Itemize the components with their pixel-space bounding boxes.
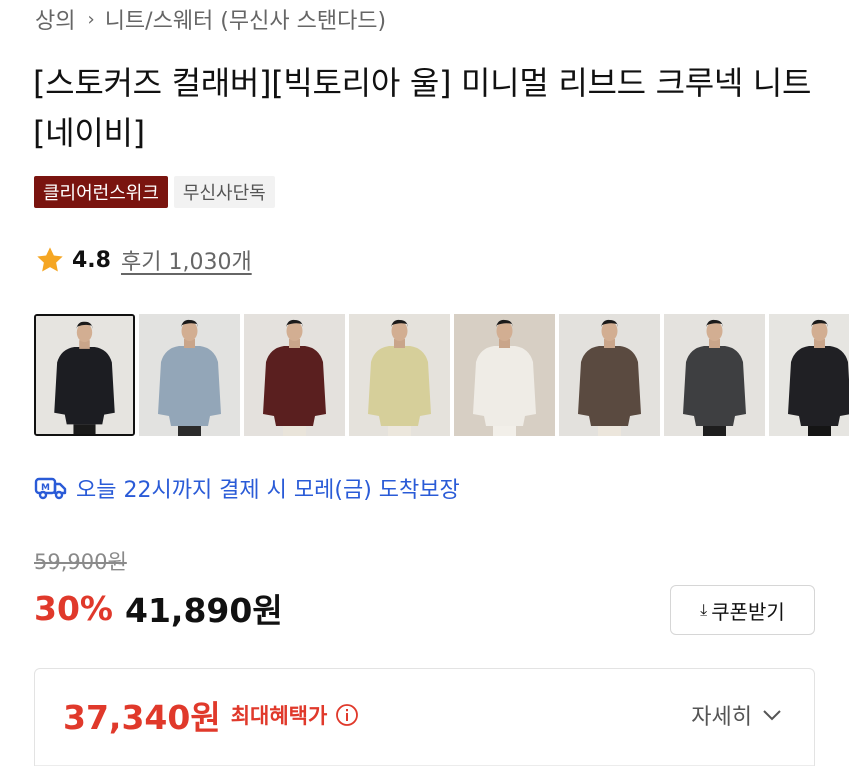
detail-toggle[interactable]: 자세히 [691, 699, 782, 731]
breadcrumb: 상의 › 니트/스웨터 (무신사 스탠다드) [35, 3, 386, 35]
thumbnail-burgundy[interactable] [244, 314, 345, 436]
max-benefit-row: 37,340원 최대혜택가 [63, 693, 359, 737]
rating-row: 4.8 후기 1,030개 [34, 244, 252, 276]
original-price: 59,900원 [34, 550, 127, 574]
exclusive-badge: 무신사단독 [173, 176, 275, 208]
thumbnail-light-blue[interactable] [139, 314, 240, 436]
detail-label: 자세히 [691, 705, 752, 730]
svg-text:M: M [41, 483, 50, 493]
model-image [139, 314, 240, 436]
product-title: [스토커즈 컬래버][빅토리아 울] 미니멀 리브드 크루넥 니트 [네이비] [33, 64, 812, 152]
thumbnail-white[interactable] [454, 314, 555, 436]
model-image [559, 314, 660, 436]
chevron-down-icon [763, 710, 781, 721]
chevron-right-icon: › [87, 8, 95, 30]
download-icon: ⤓ [700, 600, 708, 619]
max-benefit-box: 37,340원 최대혜택가 자세히 [34, 668, 815, 766]
delivery-text: 오늘 22시까지 결제 시 모레(금) 도착보장 [76, 478, 460, 503]
info-icon[interactable] [335, 703, 359, 727]
max-benefit-label: 최대혜택가 [230, 704, 328, 728]
model-image [769, 314, 849, 436]
coupon-button[interactable]: ⤓ 쿠폰받기 [670, 585, 815, 635]
star-icon [37, 247, 63, 272]
delivery-guarantee: M 오늘 22시까지 결제 시 모레(금) 도착보장 [34, 472, 460, 504]
model-image [349, 314, 450, 436]
clearance-week-badge: 클리어런스위크 [34, 176, 168, 208]
thumbnail-navy[interactable] [34, 314, 135, 436]
sale-price: 41,890원 [125, 591, 283, 630]
coupon-label: 쿠폰받기 [711, 599, 785, 624]
model-image [454, 314, 555, 436]
thumbnail-brown[interactable] [559, 314, 660, 436]
thumbnail-butter[interactable] [349, 314, 450, 436]
max-benefit-price: 37,340원 [63, 698, 221, 737]
thumbnail-black[interactable] [769, 314, 849, 436]
model-image [36, 316, 133, 434]
breadcrumb-subcategory[interactable]: 니트/스웨터 (무신사 스탠다드) [105, 3, 386, 35]
reviews-link[interactable]: 후기 1,030개 [121, 244, 252, 276]
discount-rate: 30% [34, 588, 113, 628]
model-image [664, 314, 765, 436]
product-tags: 클리어런스위크 무신사단독 [34, 176, 275, 208]
price-row: 30% 41,890원 [34, 584, 283, 632]
rating-score: 4.8 [72, 247, 111, 273]
thumbnail-charcoal[interactable] [664, 314, 765, 436]
truck-icon: M [34, 477, 67, 500]
thumbnail-gallery [34, 314, 849, 436]
breadcrumb-category[interactable]: 상의 [35, 3, 75, 35]
model-image [244, 314, 345, 436]
